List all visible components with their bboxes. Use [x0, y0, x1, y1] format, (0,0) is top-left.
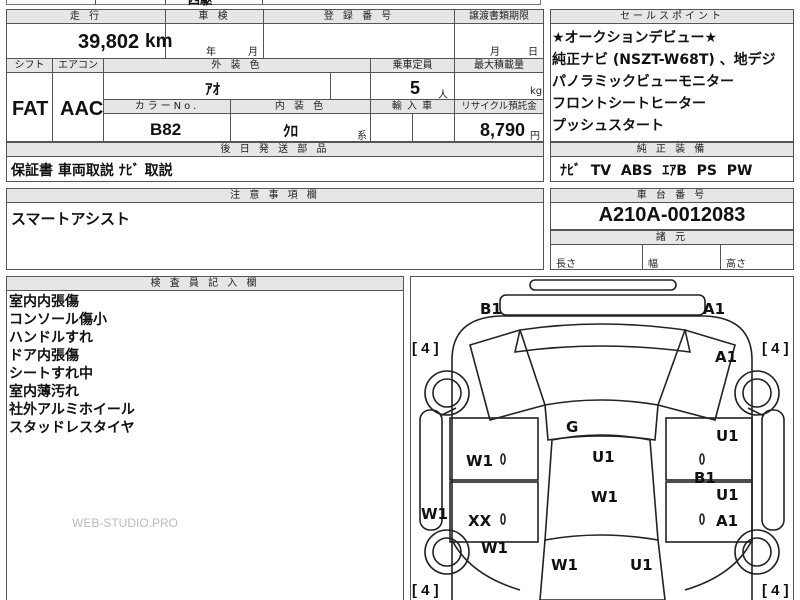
interior-color-value: ｸﾛ — [283, 122, 299, 140]
transfer-month-unit: 月 — [490, 47, 500, 58]
max-load-label: 最大積載量 — [454, 58, 544, 73]
sales-point-line: パノラミックビューモニター — [552, 74, 734, 90]
chassis-label: 車 台 番 号 — [550, 188, 794, 203]
tire-depth-rear-right: [ 4 ] — [762, 582, 789, 599]
inspector-note: 社外アルミホイール — [9, 402, 135, 418]
later-parts-label: 後 日 発 送 部 品 — [6, 142, 544, 157]
damage-mark: U1 — [592, 448, 615, 466]
color-no-label: カラーNo. — [103, 99, 231, 114]
damage-mark: A1 — [716, 512, 739, 530]
exterior-color-value: ｱｵ — [205, 80, 221, 98]
genuine-equipment-value: ﾅﾋﾞ TV ABS ｴｱB PS PW — [560, 163, 753, 179]
sales-points-label: セールスポイント — [550, 9, 794, 24]
damage-mark: U1 — [716, 486, 739, 504]
mileage-value: 39,802 — [78, 31, 140, 53]
chassis-value: A210A-0012083 — [598, 204, 746, 226]
aircon-label: エアコン — [52, 58, 104, 73]
sales-point-line: フロントシートヒーター — [552, 96, 706, 112]
damage-mark: U1 — [716, 427, 739, 445]
recycle-unit: 円 — [530, 131, 540, 142]
sales-point-line: プッシュスタート — [552, 118, 664, 134]
color-no-value: B82 — [150, 120, 182, 139]
inspector-label: 検 査 員 記 入 欄 — [6, 276, 404, 291]
damage-mark: A1 — [715, 348, 738, 366]
damage-mark: U1 — [630, 556, 653, 574]
tire-depth-rear-left: [ 4 ] — [412, 582, 439, 599]
tire-depth-front-right: [ 4 ] — [762, 340, 789, 357]
import-car-label: 輸 入 車 — [370, 99, 455, 114]
dimension-width-label: 幅 — [648, 259, 658, 270]
genuine-equipment-label: 純 正 装 備 — [550, 142, 794, 157]
inspector-note: シートすれ中 — [9, 366, 93, 382]
damage-mark: A1 — [703, 300, 726, 318]
dimensions-label: 諸 元 — [550, 230, 794, 245]
inspection-label: 車 検 — [165, 9, 264, 24]
mileage-label: 走 行 — [6, 9, 166, 24]
dimension-height-label: 高さ — [726, 259, 746, 270]
shift-label: シフト — [6, 58, 53, 73]
damage-mark: B1 — [694, 469, 716, 487]
watermark: WEB-STUDIO.PRO — [72, 516, 179, 530]
interior-color-label: 内 装 色 — [230, 99, 371, 114]
damage-mark: W1 — [466, 452, 493, 470]
dimension-length-label: 長さ — [556, 259, 576, 270]
recycle-label: リサイクル預託金 — [454, 99, 544, 114]
interior-color-suffix: 系 — [357, 131, 367, 142]
damage-mark: W1 — [481, 539, 508, 557]
inspection-month-unit: 月 — [248, 47, 258, 58]
exterior-color-label: 外 装 色 — [103, 58, 371, 73]
inspector-note: コンソール傷小 — [9, 312, 107, 328]
caution-label: 注 意 事 項 欄 — [6, 188, 544, 203]
inspector-note: ドア内張傷 — [9, 348, 79, 364]
sales-point-line: ★オークションデビュー★ — [552, 30, 718, 46]
damage-mark: W1 — [421, 505, 448, 523]
inspector-note: スタッドレスタイヤ — [9, 420, 135, 436]
damage-mark: W1 — [591, 488, 618, 506]
transfer-day-unit: 日 — [528, 47, 538, 58]
sales-point-line: 純正ナビ (NSZT-W68T) 、地デジ — [552, 52, 776, 68]
damage-mark: XX — [468, 512, 492, 530]
max-load-unit: kg — [530, 86, 543, 97]
damage-mark: G — [566, 418, 579, 436]
top-clipped-text: 四駆 — [188, 0, 213, 7]
damage-mark: B1 — [480, 300, 502, 318]
tire-depth-front-left: [ 4 ] — [412, 340, 439, 357]
later-parts-value: 保証書 車両取説 ﾅﾋﾞ 取説 — [11, 163, 173, 179]
recycle-value: 8,790 — [480, 120, 526, 140]
capacity-value: 5 — [410, 78, 421, 98]
inspector-note: 室内薄汚れ — [9, 384, 79, 400]
transfer-deadline-label: 譲渡書類期限 — [454, 9, 544, 24]
mileage-unit: km — [145, 31, 173, 52]
capacity-label: 乗車定員 — [370, 58, 455, 73]
damage-mark: W1 — [551, 556, 578, 574]
inspection-year-unit: 年 — [206, 47, 216, 58]
inspector-note: ハンドルすれ — [9, 330, 93, 346]
aircon-value: AAC — [60, 98, 104, 120]
registration-label: 登 録 番 号 — [263, 9, 455, 24]
shift-value: FAT — [12, 98, 49, 120]
inspector-note: 室内内張傷 — [9, 294, 79, 310]
top-clipped-row — [6, 0, 541, 5]
caution-value: スマートアシスト — [11, 210, 130, 228]
